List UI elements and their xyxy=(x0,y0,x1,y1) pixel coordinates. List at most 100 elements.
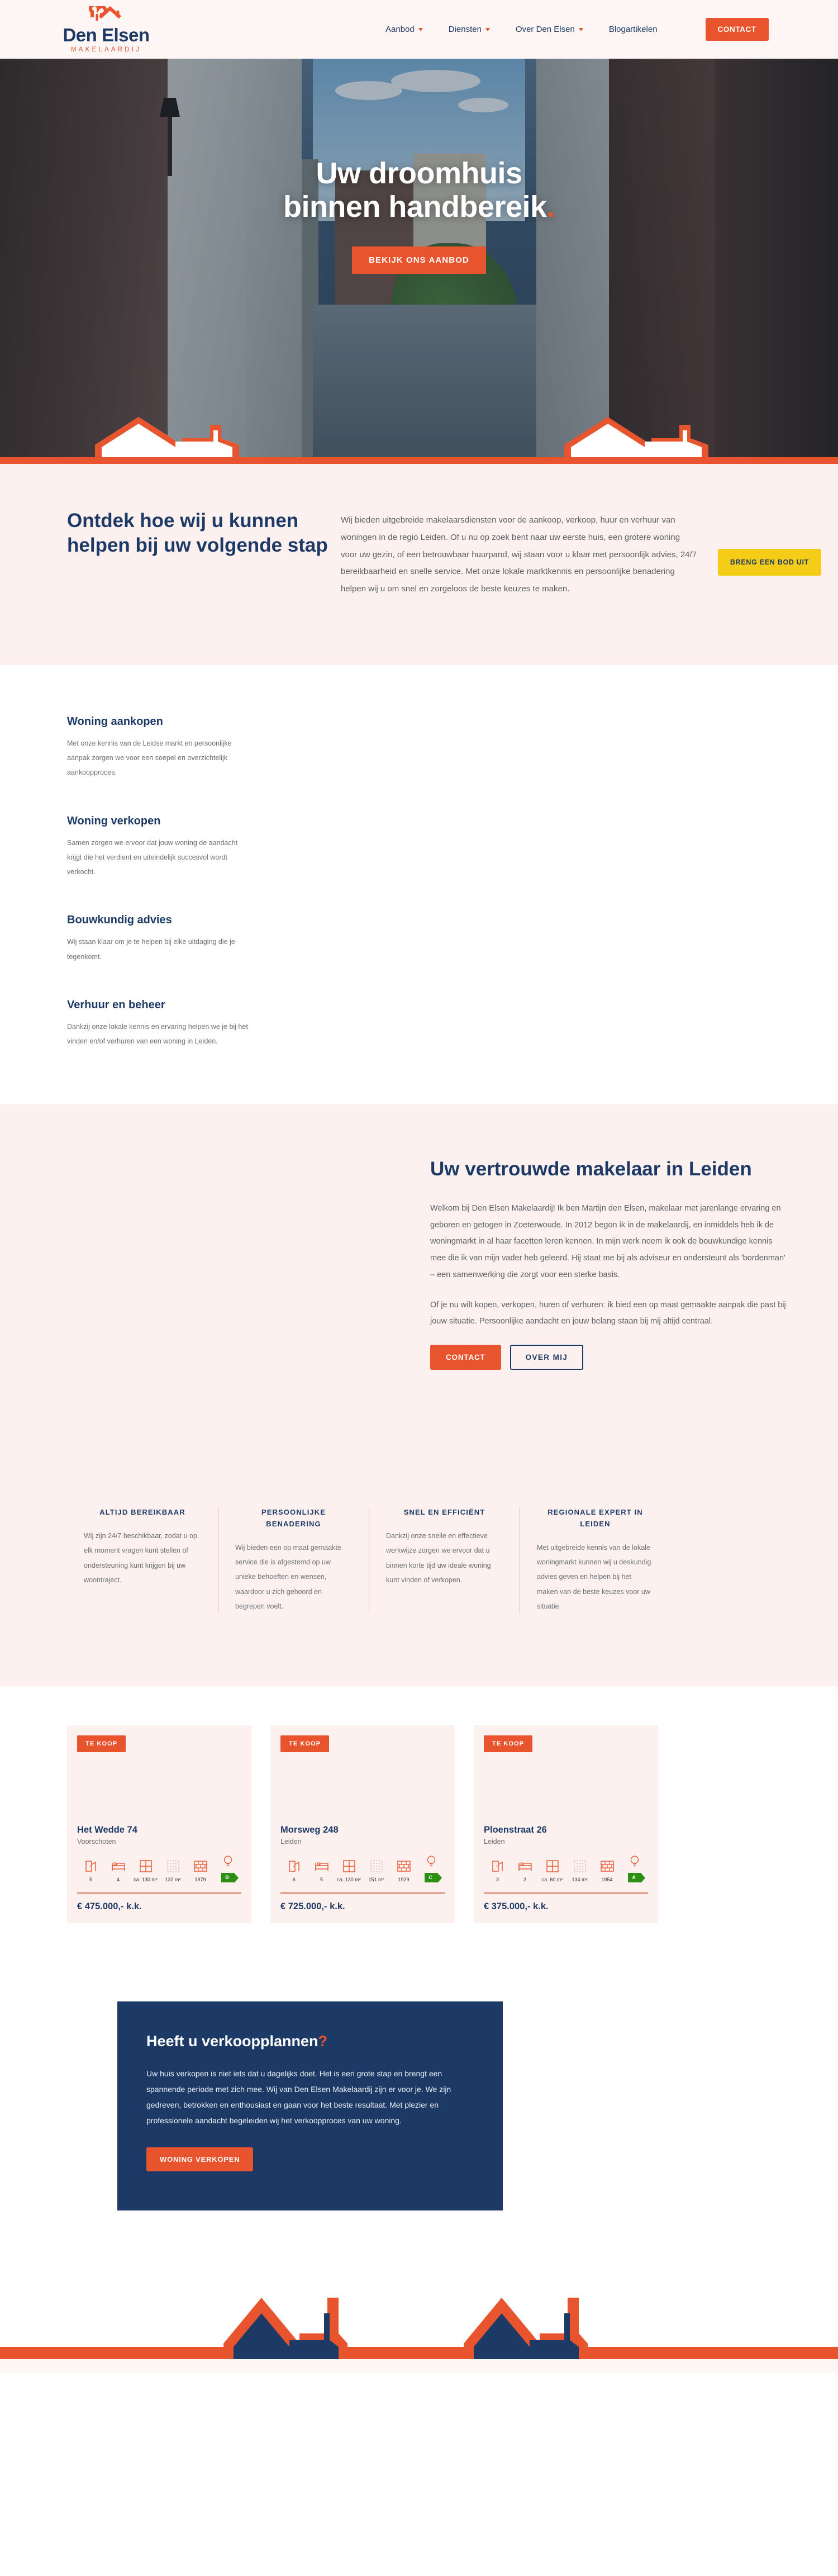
nav-item-diensten[interactable]: Diensten xyxy=(449,25,490,34)
spec-rooms: 3 xyxy=(484,1859,511,1882)
service-text: Dankzij onze lokale kennis en ervaring h… xyxy=(67,1022,248,1045)
header-contact-button[interactable]: CONTACT xyxy=(705,18,769,41)
cta-heading-text: Heeft u verkoopplannen xyxy=(146,2033,318,2050)
nav-label: Aanbod xyxy=(385,25,415,34)
about-over-mij-button[interactable]: OVER MIJ xyxy=(510,1345,584,1370)
nav-label: Blogartikelen xyxy=(608,25,658,34)
spec-plot-area: 134 m² xyxy=(566,1859,593,1882)
service-title: Woning verkopen xyxy=(67,814,161,827)
about-paragraph-2: Of je nu wilt kopen, verkopen, huren of … xyxy=(430,1300,786,1326)
about-content: Uw vertrouwde makelaar in Leiden Welkom … xyxy=(430,1149,788,1451)
hero-title-line2-wrap: binnen handbereik. xyxy=(0,190,838,224)
about-buttons: CONTACT OVER MIJ xyxy=(430,1345,788,1370)
property-specs: 5 4 ca. 130 m² 132 m² 1979 B xyxy=(77,1854,241,1884)
brick-wall-icon xyxy=(187,1859,214,1873)
footer-house-decoration xyxy=(0,2266,838,2373)
spec-value: 3 xyxy=(496,1877,499,1883)
service-text: Samen zorgen we ervoor dat jouw woning d… xyxy=(67,838,238,876)
door-icon xyxy=(484,1859,511,1873)
spec-value: 4 xyxy=(116,1877,120,1883)
usp-text: Dankzij onze snelle en effectieve werkwi… xyxy=(386,1532,491,1584)
spec-plot-area: 151 m² xyxy=(363,1859,390,1882)
service-title: Woning aankopen xyxy=(67,715,163,728)
plot-area-icon xyxy=(566,1859,593,1873)
service-item[interactable]: Verhuur en beheer Dankzij onze lokale ke… xyxy=(67,999,251,1049)
nav-label: Diensten xyxy=(448,25,482,34)
property-body: Ploenstraat 26 Leiden 3 2 ca. 60 m² 134 … xyxy=(474,1821,658,1923)
chevron-down-icon xyxy=(578,27,583,31)
hero-title-line2: binnen handbereik xyxy=(283,190,547,224)
spec-value: ca. 60 m² xyxy=(541,1877,563,1883)
property-price: € 375.000,- k.k. xyxy=(484,1901,549,1912)
property-price: € 475.000,- k.k. xyxy=(77,1901,142,1912)
door-icon xyxy=(280,1859,308,1873)
hero-content: Uw droomhuis binnen handbereik. BEKIJK O… xyxy=(0,156,838,274)
card-divider xyxy=(484,1892,648,1894)
properties-section: TE KOOP Het Wedde 74 Voorschoten 5 4 ca.… xyxy=(0,1686,838,1968)
about-contact-button[interactable]: CONTACT xyxy=(430,1345,501,1370)
property-city: Voorschoten xyxy=(77,1838,116,1846)
card-divider xyxy=(280,1892,445,1894)
service-item[interactable]: Woning aankopen Met onze kennis van de L… xyxy=(67,715,251,780)
usp-title: PERSOONLIJKE BENADERING xyxy=(261,1508,326,1529)
hero-title-line1: Uw droomhuis xyxy=(316,156,523,190)
property-image: TE KOOP xyxy=(270,1725,455,1822)
property-title: Het Wedde 74 xyxy=(77,1825,137,1835)
cta-heading: Heeft u verkoopplannen? xyxy=(146,2033,474,2050)
usp-section: ALTIJD BEREIKBAAR Wij zijn 24/7 beschikb… xyxy=(0,1451,838,1687)
site-logo[interactable]: Den Elsen MAKELAARDIJ xyxy=(34,2,179,53)
about-heading: Uw vertrouwde makelaar in Leiden xyxy=(430,1158,752,1180)
logo-tagline: MAKELAARDIJ xyxy=(70,46,142,53)
plot-area-icon xyxy=(159,1859,187,1873)
floorplan-icon xyxy=(539,1859,566,1873)
spec-rooms: 6 xyxy=(280,1859,308,1882)
energy-label-badge: A xyxy=(628,1873,645,1884)
spec-value: 134 m² xyxy=(572,1877,588,1883)
usp-title: ALTIJD BEREIKBAAR xyxy=(99,1508,185,1517)
page-root: Den Elsen MAKELAARDIJ Aanbod Diensten Ov… xyxy=(0,0,838,2373)
property-card[interactable]: TE KOOP Morsweg 248 Leiden 6 5 ca. 130 m… xyxy=(270,1725,455,1924)
nav-item-over-den-elsen[interactable]: Over Den Elsen xyxy=(516,25,583,34)
intro-right: Wij bieden uitgebreide makelaarsdiensten… xyxy=(341,509,698,598)
spec-energy-label: A xyxy=(621,1854,648,1884)
spec-value: 2 xyxy=(523,1877,526,1883)
property-city: Leiden xyxy=(484,1838,505,1846)
hero-cta-button[interactable]: BEKIJK ONS AANBOD xyxy=(352,246,486,274)
usp-text: Wij zijn 24/7 beschikbaar, zodat u op el… xyxy=(84,1532,197,1584)
door-icon xyxy=(77,1859,104,1873)
spec-value: 151 m² xyxy=(368,1877,384,1883)
card-divider xyxy=(77,1892,241,1894)
service-text: Wij staan klaar om je te helpen bij elke… xyxy=(67,938,235,961)
cta-section: Heeft u verkoopplannen? Uw huis verkopen… xyxy=(0,1968,838,2267)
nav-item-blogartikelen[interactable]: Blogartikelen xyxy=(609,25,658,34)
spec-value: ca. 130 m² xyxy=(134,1877,158,1883)
spec-build-year: 1979 xyxy=(187,1859,214,1882)
nav-item-aanbod[interactable]: Aanbod xyxy=(385,25,423,34)
service-title: Verhuur en beheer xyxy=(67,998,165,1011)
spec-living-area: ca. 130 m² xyxy=(335,1859,363,1882)
lightbulb-icon xyxy=(621,1854,648,1868)
service-item[interactable]: Bouwkundig advies Wij staan klaar om je … xyxy=(67,914,251,964)
property-card[interactable]: TE KOOP Het Wedde 74 Voorschoten 5 4 ca.… xyxy=(67,1725,251,1924)
plot-area-icon xyxy=(363,1859,390,1873)
usp-column: PERSOONLIJKE BENADERING Wij bieden een o… xyxy=(218,1507,369,1614)
intro-left: Ontdek hoe wij u kunnen helpen bij uw vo… xyxy=(50,509,341,598)
usp-title: REGIONALE EXPERT IN LEIDEN xyxy=(547,1508,643,1529)
usp-text: Wij bieden een op maat gemaakte service … xyxy=(235,1543,341,1610)
spec-value: 132 m² xyxy=(165,1877,181,1883)
property-specs: 6 5 ca. 130 m² 151 m² 1929 C xyxy=(280,1854,445,1884)
about-portrait-image xyxy=(67,1149,397,1451)
spec-bedrooms: 4 xyxy=(104,1859,132,1882)
property-body: Morsweg 248 Leiden 6 5 ca. 130 m² 151 m²… xyxy=(270,1821,455,1923)
cta-heading-question-mark: ? xyxy=(318,2033,328,2050)
usp-text: Met uitgebreide kennis van de lokale won… xyxy=(537,1543,651,1610)
services-section: Woning aankopen Met onze kennis van de L… xyxy=(0,665,838,1105)
hero-section: Uw droomhuis binnen handbereik. BEKIJK O… xyxy=(0,59,838,464)
cta-woning-verkopen-button[interactable]: WONING VERKOPEN xyxy=(146,2147,254,2172)
breng-bod-uit-button[interactable]: BRENG EEN BOD UIT xyxy=(717,549,821,576)
brick-wall-icon xyxy=(390,1859,417,1873)
property-card[interactable]: TE KOOP Ploenstraat 26 Leiden 3 2 ca. 60… xyxy=(474,1725,658,1924)
service-item[interactable]: Woning verkopen Samen zorgen we ervoor d… xyxy=(67,815,251,880)
spec-living-area: ca. 130 m² xyxy=(132,1859,159,1882)
house-roofline-divider xyxy=(0,417,838,464)
